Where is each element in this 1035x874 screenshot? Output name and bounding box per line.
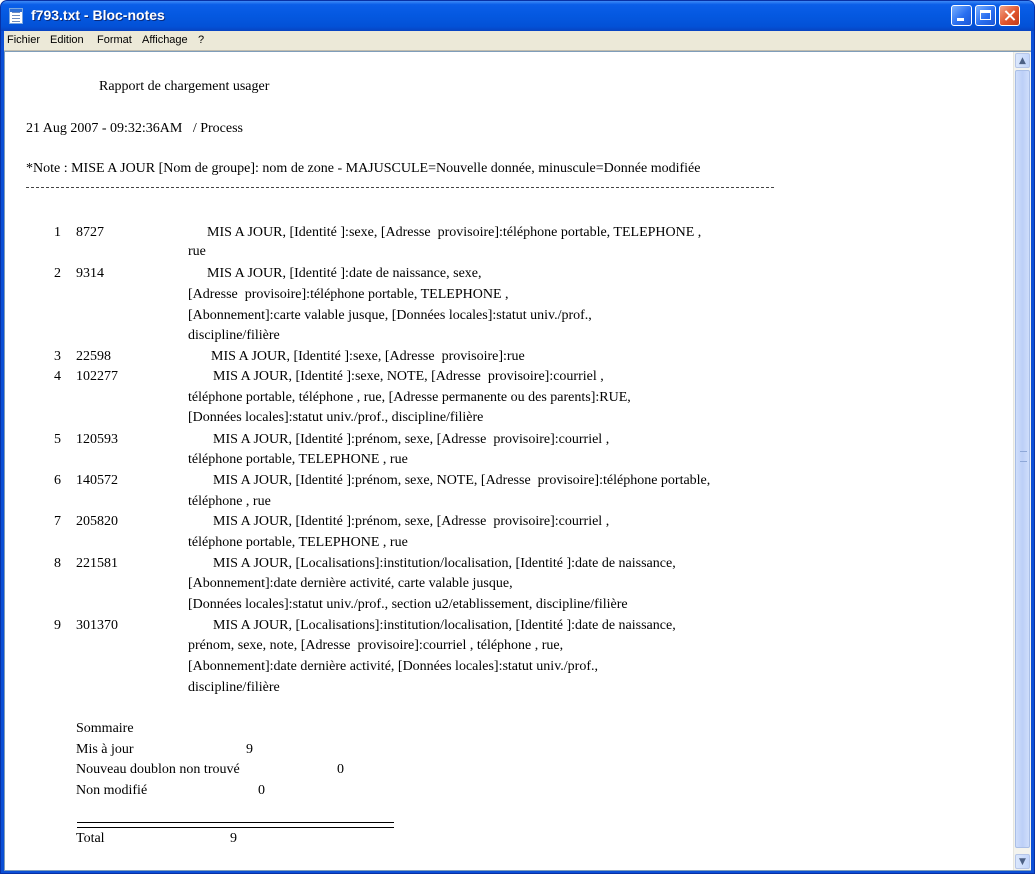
record-number: 9 [54, 618, 61, 633]
record-number: 6 [54, 473, 61, 488]
record-detail: [Adresse provisoire]:téléphone portable,… [188, 287, 509, 302]
summary-label: Nouveau doublon non trouvé [76, 762, 240, 777]
record-id: 8727 [76, 225, 104, 240]
title-bar[interactable]: f793.txt - Bloc-notes [1, 1, 1034, 31]
document-content[interactable]: Rapport de chargement usager 21 Aug 2007… [5, 52, 1013, 870]
record-detail: [Abonnement]:date dernière activité, car… [188, 576, 513, 591]
record-detail: discipline/filière [188, 680, 280, 695]
record-detail: MIS A JOUR, [Identité ]:sexe, [Adresse p… [211, 349, 525, 364]
record-number: 5 [54, 432, 61, 447]
text-area[interactable]: Rapport de chargement usager 21 Aug 2007… [4, 51, 1031, 871]
maximize-button[interactable] [975, 5, 996, 26]
record-detail: téléphone portable, TELEPHONE , rue [188, 452, 408, 467]
close-button[interactable] [999, 5, 1020, 26]
summary-label: Non modifié [76, 783, 148, 798]
record-id: 205820 [76, 514, 118, 529]
menu-help[interactable]: ? [198, 34, 204, 46]
scroll-down-button[interactable]: ▼ [1015, 854, 1030, 869]
notepad-icon [9, 8, 23, 24]
record-detail: téléphone portable, TELEPHONE , rue [188, 535, 408, 550]
record-detail: MIS A JOUR, [Localisations]:institution/… [213, 618, 676, 633]
record-detail: MIS A JOUR, [Identité ]:prénom, sexe, [A… [213, 514, 610, 529]
summary-title: Sommaire [76, 721, 134, 736]
total-label: Total [76, 831, 105, 846]
total-divider [77, 822, 394, 828]
record-id: 22598 [76, 349, 111, 364]
scroll-up-button[interactable]: ▲ [1015, 53, 1030, 68]
record-detail: téléphone portable, téléphone , rue, [Ad… [188, 390, 631, 405]
report-date: 21 Aug 2007 - 09:32:36AM / Process [26, 121, 243, 136]
menu-edition[interactable]: Edition [50, 34, 84, 46]
record-id: 9314 [76, 266, 104, 281]
record-detail: [Données locales]:statut univ./prof., se… [188, 597, 628, 612]
record-number: 2 [54, 266, 61, 281]
record-id: 120593 [76, 432, 118, 447]
record-detail: [Abonnement]:carte valable jusque, [Donn… [188, 308, 592, 323]
record-id: 221581 [76, 556, 118, 571]
notepad-window: f793.txt - Bloc-notes Fichier Edition Fo… [0, 0, 1035, 874]
record-detail: prénom, sexe, note, [Adresse provisoire]… [188, 638, 564, 653]
scroll-thumb[interactable] [1015, 70, 1030, 848]
record-id: 140572 [76, 473, 118, 488]
record-detail: téléphone , rue [188, 494, 271, 509]
record-detail: [Abonnement]:date dernière activité, [Do… [188, 659, 598, 674]
total-value: 9 [230, 831, 237, 846]
summary-value: 0 [337, 762, 344, 777]
summary-value: 0 [258, 783, 265, 798]
record-detail: [Données locales]:statut univ./prof., di… [188, 410, 484, 425]
report-note: *Note : MISE A JOUR [Nom de groupe]: nom… [26, 161, 701, 176]
summary-label: Mis à jour [76, 742, 134, 757]
record-detail: MIS A JOUR, [Identité ]:prénom, sexe, NO… [213, 473, 711, 488]
summary-value: 9 [246, 742, 253, 757]
record-id: 102277 [76, 369, 118, 384]
menu-bar: Fichier Edition Format Affichage ? [4, 31, 1031, 51]
record-detail: MIS A JOUR, [Localisations]:institution/… [213, 556, 676, 571]
record-number: 7 [54, 514, 61, 529]
record-detail: discipline/filière [188, 328, 280, 343]
record-number: 8 [54, 556, 61, 571]
record-detail: rue [188, 244, 206, 259]
record-number: 4 [54, 369, 61, 384]
menu-fichier[interactable]: Fichier [7, 34, 40, 46]
window-title: f793.txt - Bloc-notes [31, 7, 165, 23]
grip-icon [1020, 451, 1027, 462]
menu-format[interactable]: Format [97, 34, 132, 46]
menu-affichage[interactable]: Affichage [142, 34, 188, 46]
report-title: Rapport de chargement usager [99, 79, 270, 94]
record-number: 1 [54, 225, 61, 240]
record-detail: MIS A JOUR, [Identité ]:date de naissanc… [207, 266, 482, 281]
vertical-scrollbar[interactable]: ▲ ▼ [1013, 52, 1031, 870]
record-detail: MIS A JOUR, [Identité ]:sexe, [Adresse p… [207, 225, 702, 240]
minimize-button[interactable] [951, 5, 972, 26]
record-number: 3 [54, 349, 61, 364]
record-detail: MIS A JOUR, [Identité ]:sexe, NOTE, [Adr… [213, 369, 604, 384]
separator-line [26, 187, 774, 188]
record-id: 301370 [76, 618, 118, 633]
record-detail: MIS A JOUR, [Identité ]:prénom, sexe, [A… [213, 432, 610, 447]
